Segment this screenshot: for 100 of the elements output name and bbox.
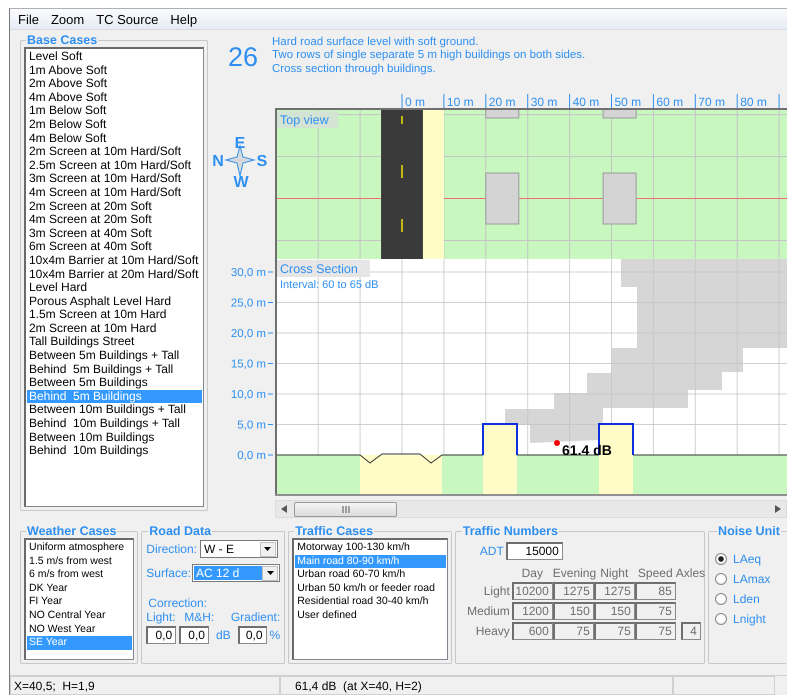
radio-icon[interactable] — [715, 573, 728, 585]
list-item[interactable]: User defined — [295, 608, 446, 623]
list-item[interactable]: 10x4m Barrier at 20m Hard/Soft — [27, 268, 202, 282]
list-item[interactable]: NO West Year — [27, 622, 132, 636]
list-item[interactable]: 3m Screen at 10m Hard/Soft — [27, 172, 202, 186]
gradient-label: Gradient: — [230, 610, 280, 624]
list-item[interactable]: Uniform atmosphere — [27, 541, 132, 555]
scroll-thumb[interactable] — [294, 502, 397, 517]
list-item[interactable]: Behind 10m Buildings — [27, 444, 202, 458]
adt-label: ADT — [480, 544, 504, 558]
percent-unit: % — [270, 628, 280, 642]
list-item[interactable]: 2m Below Soft — [27, 118, 202, 132]
list-item[interactable]: 6 m/s from west — [27, 568, 132, 582]
cross-section-title: Cross Section — [277, 260, 370, 277]
list-box[interactable]: Uniform atmosphere 1.5 m/s from west 6 m/s from west DK Year FI Year NO Central Year NO West Year SE Year — [24, 538, 134, 660]
list-item[interactable]: Porous Asphalt Level Hard — [27, 294, 202, 308]
radio-icon[interactable] — [715, 613, 728, 625]
list-item[interactable]: 4m Below Soft — [27, 132, 202, 146]
list-item[interactable]: 4m Screen at 10m Hard/Soft — [27, 186, 202, 200]
x-axis-tick: 40 m — [569, 94, 600, 109]
correction-label: Correction: — [148, 596, 208, 610]
y-axis-tick: 5,0 m — [237, 420, 274, 432]
horizontal-scrollbar[interactable] — [275, 500, 787, 518]
list-item[interactable]: Between 5m Buildings — [27, 376, 202, 390]
x-axis-tick: 80 m — [736, 94, 767, 109]
y-axis-tick: 10,0 m — [230, 389, 274, 401]
list-item[interactable]: 1.5 m/s from west — [27, 554, 132, 568]
list-item[interactable]: 2m Screen at 10m Hard/Soft — [27, 145, 202, 159]
menu-item[interactable]: Help — [164, 12, 204, 26]
radio-icon[interactable] — [715, 553, 728, 565]
list-item[interactable]: Motorway 100-130 km/h — [295, 541, 446, 555]
caret-icon — [266, 571, 274, 575]
row-header: Medium — [466, 604, 511, 618]
list-item[interactable]: 4m Above Soft — [27, 90, 202, 104]
scroll-right-icon[interactable] — [775, 505, 781, 513]
grip-icon — [342, 506, 350, 513]
interval-label: Interval: 60 to 65 dB — [280, 279, 378, 291]
x-axis-tick: 70 m — [694, 94, 725, 109]
surface-label: Surface: — [146, 566, 191, 580]
list-item[interactable]: 3m Screen at 40m Soft — [27, 226, 202, 240]
x-axis-tick: 10 m — [443, 94, 474, 109]
list-item[interactable]: 1m Above Soft — [27, 64, 202, 78]
mh-label: M&H: — [184, 610, 214, 624]
group-title: Traffic Cases — [294, 524, 374, 538]
list-item[interactable]: 2.5m Screen at 10m Hard/Soft — [27, 158, 202, 172]
gradient-field[interactable]: 0,0 — [238, 626, 267, 644]
list-box[interactable]: Motorway 100-130 km/h Main road 80-90 km/h Urban road 60-70 km/h Urban 50 km/h or feeder road Residential road 30-40 km/h User defined — [292, 538, 448, 660]
caret-icon — [264, 547, 272, 551]
db-unit: dB — [216, 628, 231, 642]
list-item[interactable]: 1.5m Screen at 10m Hard — [27, 308, 202, 322]
menu-item[interactable]: File — [12, 12, 45, 26]
case-description: Cross section through buildings. — [272, 62, 437, 76]
direction-label: Direction: — [146, 542, 197, 556]
light-correction-field[interactable]: 0,0 — [146, 626, 176, 644]
case-description: Hard road surface level with soft ground. — [272, 36, 480, 50]
status-level: 61,4 dB (at X=40, H=2) — [280, 676, 673, 695]
light-label: Light: — [146, 610, 176, 624]
row-header: Heavy — [474, 624, 511, 638]
group-title: Base Cases — [26, 33, 98, 47]
list-item[interactable]: Urban 50 km/h or feeder road — [295, 582, 446, 596]
group-title: Road Data — [148, 524, 212, 538]
receiver-dot — [554, 440, 560, 446]
y-axis-tick: 15,0 m — [230, 358, 274, 370]
list-item[interactable]: DK Year — [27, 582, 132, 596]
direction-dropdown[interactable]: W - E — [200, 540, 278, 558]
list-item[interactable]: 10x4m Barrier at 10m Hard/Soft — [27, 254, 202, 268]
menu-item[interactable]: Zoom — [44, 12, 90, 26]
scroll-left-icon[interactable] — [281, 505, 287, 513]
x-axis-tick: 30 m — [527, 94, 558, 109]
list-item[interactable]: Between 10m Buildings — [27, 430, 202, 444]
list-item[interactable]: Between 10m Buildings + Tall — [27, 403, 202, 418]
list-item[interactable]: 2m Above Soft — [27, 77, 202, 91]
list-item[interactable]: Tall Buildings Street — [27, 335, 202, 350]
list-item[interactable]: FI Year — [27, 595, 132, 609]
list-item[interactable]: Behind 5m Buildings + Tall — [27, 362, 202, 376]
list-item[interactable]: 6m Screen at 40m Soft — [27, 240, 202, 254]
column-header: Speed — [636, 566, 674, 580]
mh-correction-field[interactable]: 0,0 — [179, 626, 209, 644]
y-axis-tick: 30,0 m — [230, 267, 274, 279]
case-number: 26 — [228, 41, 260, 74]
group-title: Noise Unit — [717, 524, 781, 538]
column-header: Day — [520, 566, 544, 580]
radio-icon[interactable] — [715, 593, 728, 605]
list-box[interactable] — [24, 47, 204, 507]
list-item[interactable]: Level Soft — [27, 50, 202, 64]
list-item[interactable]: Between 5m Buildings + Tall — [27, 349, 202, 363]
list-item[interactable]: 4m Screen at 20m Soft — [27, 213, 202, 227]
y-axis-tick: 20,0 m — [230, 328, 274, 340]
list-item[interactable]: Residential road 30-40 km/h — [295, 595, 446, 609]
x-axis-tick-mark — [778, 94, 780, 108]
list-item[interactable]: 1m Below Soft — [27, 104, 202, 118]
list-item[interactable]: Urban road 60-70 km/h — [295, 568, 446, 582]
group-title: Weather Cases — [26, 524, 118, 538]
x-axis-tick: 50 m — [611, 94, 642, 109]
list-item[interactable]: 2m Screen at 10m Hard — [27, 322, 202, 336]
list-item[interactable]: NO Central Year — [27, 608, 132, 623]
list-item[interactable]: 2m Screen at 20m Soft — [27, 200, 202, 214]
list-item[interactable]: Behind 10m Buildings + Tall — [27, 417, 202, 431]
menu-item[interactable]: TC Source — [90, 12, 164, 26]
list-item[interactable]: Level Hard — [27, 281, 202, 295]
